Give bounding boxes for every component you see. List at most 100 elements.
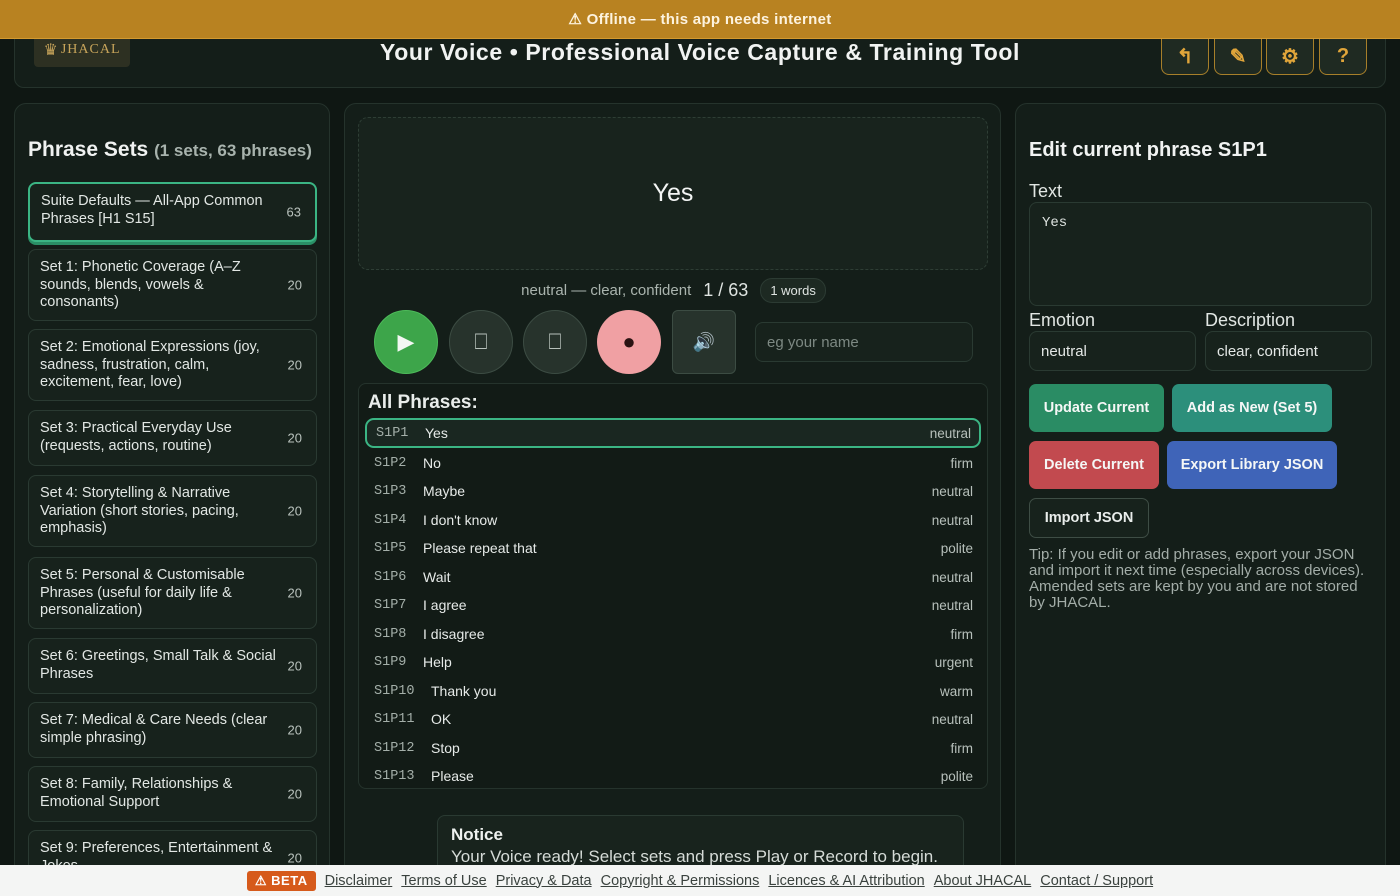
set-item-7[interactable]: Set 7: Medical & Care Needs (clear simpl… <box>28 702 317 758</box>
footer-link-contact[interactable]: Contact / Support <box>1040 873 1153 889</box>
phrase-row[interactable]: S1P1 Yes neutral <box>365 418 981 448</box>
gear-icon: ⚙ <box>1281 45 1299 68</box>
set-count: 20 <box>287 722 302 738</box>
set-label: Set 7: Medical & Care Needs (clear simpl… <box>40 712 268 746</box>
phrase-row[interactable]: S1P7 I agree neutral <box>365 590 981 620</box>
phrase-row[interactable]: S1P8 I disagree firm <box>365 619 981 649</box>
set-item-suite-defaults[interactable]: Suite Defaults — All-App Common Phrases … <box>28 182 317 242</box>
set-label: Set 5: Personal & Customisable Phrases (… <box>40 567 245 618</box>
current-phrase-display: Yes <box>358 117 988 270</box>
phrase-row[interactable]: S1P13 Please polite <box>365 761 981 788</box>
settings-button[interactable]: ⚙ <box>1266 37 1314 75</box>
set-count: 20 <box>287 357 302 373</box>
phrase-row[interactable]: S1P9 Help urgent <box>365 647 981 677</box>
footer-link-terms[interactable]: Terms of Use <box>401 873 486 889</box>
phrase-id: S1P1 <box>376 425 409 441</box>
set-count: 63 <box>286 204 301 220</box>
set-label: Set 1: Phonetic Coverage (A–Z sounds, bl… <box>40 259 241 310</box>
set-label: Set 4: Storytelling & Narrative Variatio… <box>40 485 239 536</box>
back-icon: ↰ <box>1176 45 1194 68</box>
phrase-text: Thank you <box>431 683 497 699</box>
phrase-id: S1P2 <box>374 455 407 471</box>
sets-title-text: Phrase Sets <box>28 138 149 161</box>
phrase-id: S1P9 <box>374 654 407 670</box>
offline-banner: ⚠ Offline — this app needs internet <box>0 0 1400 39</box>
footer-link-disclaimer[interactable]: Disclaimer <box>325 873 393 889</box>
footer-link-copyright[interactable]: Copyright & Permissions <box>601 873 760 889</box>
footer-link-privacy[interactable]: Privacy & Data <box>496 873 592 889</box>
export-json-button[interactable]: Export Library JSON <box>1167 441 1337 489</box>
set-label: Suite Defaults — All-App Common Phrases … <box>41 193 263 227</box>
phrase-emotion: firm <box>950 740 974 756</box>
play-icon: ▶ <box>397 329 415 354</box>
phrase-row[interactable]: S1P12 Stop firm <box>365 733 981 763</box>
phrase-text: I disagree <box>423 626 485 642</box>
phrase-emotion: firm <box>950 626 974 642</box>
play-button[interactable]: ▶ <box>374 310 438 374</box>
phrase-id: S1P8 <box>374 626 407 642</box>
phrase-id: S1P11 <box>374 711 415 727</box>
editor-panel: Edit current phrase S1P1 Text Yes Emotio… <box>1015 103 1386 896</box>
phrase-row[interactable]: S1P11 OK neutral <box>365 704 981 734</box>
back-button[interactable]: ↰ <box>1161 37 1209 75</box>
phrase-text-area[interactable]: Yes <box>1029 202 1372 306</box>
phrase-emotion: neutral <box>931 512 973 528</box>
phrase-emotion: neutral <box>931 597 973 613</box>
phrase-emotion: urgent <box>934 654 973 670</box>
phrase-id: S1P12 <box>374 740 415 756</box>
phrase-row[interactable]: S1P4 I don't know neutral <box>365 505 981 535</box>
delete-current-button[interactable]: Delete Current <box>1029 441 1159 489</box>
import-json-button[interactable]: Import JSON <box>1029 498 1149 538</box>
help-icon: ? <box>1336 44 1350 67</box>
pause-button[interactable]: ⎕ <box>523 310 587 374</box>
set-item-1[interactable]: Set 1: Phonetic Coverage (A–Z sounds, bl… <box>28 249 317 321</box>
update-current-button[interactable]: Update Current <box>1029 384 1164 432</box>
phrase-text: I don't know <box>423 512 498 528</box>
description-label: Description <box>1205 310 1296 330</box>
add-as-new-button[interactable]: Add as New (Set 5) <box>1172 384 1332 432</box>
phrase-row[interactable]: S1P10 Thank you warm <box>365 676 981 706</box>
phrase-row[interactable]: S1P3 Maybe neutral <box>365 476 981 506</box>
phrase-text: Wait <box>423 569 451 585</box>
set-item-2[interactable]: Set 2: Emotional Expressions (joy, sadne… <box>28 329 317 401</box>
set-item-6[interactable]: Set 6: Greetings, Small Talk & Social Ph… <box>28 638 317 694</box>
current-emotion: neutral — clear, confident <box>521 282 692 299</box>
set-item-4[interactable]: Set 4: Storytelling & Narrative Variatio… <box>28 475 317 547</box>
set-item-5[interactable]: Set 5: Personal & Customisable Phrases (… <box>28 557 317 629</box>
set-item-3[interactable]: Set 3: Practical Everyday Use (requests,… <box>28 410 317 466</box>
stop-button[interactable]: ⎕ <box>449 310 513 374</box>
phrase-text: Stop <box>431 740 460 756</box>
phrase-row[interactable]: S1P6 Wait neutral <box>365 562 981 592</box>
set-item-8[interactable]: Set 8: Family, Relationships & Emotional… <box>28 766 317 822</box>
volume-button[interactable]: 🔊 <box>672 310 736 374</box>
phrase-emotion: polite <box>940 540 973 556</box>
phrase-id: S1P10 <box>374 683 415 699</box>
emotion-field[interactable]: neutral <box>1029 331 1196 371</box>
set-count: 20 <box>287 430 302 446</box>
phrase-sets-panel: Phrase Sets (1 sets, 63 phrases) Suite D… <box>14 103 330 896</box>
set-count: 20 <box>287 503 302 519</box>
footer: ⚠ BETA Disclaimer Terms of Use Privacy &… <box>0 865 1400 896</box>
record-button[interactable]: ● <box>597 310 661 374</box>
phrase-row[interactable]: S1P2 No firm <box>365 448 981 478</box>
phrase-emotion: polite <box>940 768 973 784</box>
footer-link-about[interactable]: About JHACAL <box>934 873 1032 889</box>
beta-badge: ⚠ BETA <box>246 870 316 891</box>
text-label: Text <box>1029 181 1063 201</box>
set-count: 20 <box>287 658 302 674</box>
name-input[interactable] <box>755 322 973 362</box>
phrase-meta: neutral — clear, confident 1 / 63 1 word… <box>345 278 1000 303</box>
editor-title: Edit current phrase S1P1 <box>1029 139 1267 161</box>
phrase-sets-title: Phrase Sets (1 sets, 63 phrases) <box>28 138 312 162</box>
description-field[interactable]: clear, confident <box>1205 331 1372 371</box>
sets-summary: (1 sets, 63 phrases) <box>154 141 312 160</box>
help-button[interactable]: ? <box>1319 37 1367 75</box>
footer-link-licences[interactable]: Licences & AI Attribution <box>768 873 924 889</box>
record-icon: ● <box>622 329 636 354</box>
edit-button[interactable]: ✎ <box>1214 37 1262 75</box>
set-label: Set 3: Practical Everyday Use (requests,… <box>40 420 232 454</box>
notice-message: Your Voice ready! Select sets and press … <box>451 847 938 866</box>
phrase-list: All Phrases: S1P1 Yes neutral S1P2 No firm S… <box>358 383 988 789</box>
phrase-row[interactable]: S1P5 Please repeat that polite <box>365 533 981 563</box>
phrase-id: S1P13 <box>374 768 415 784</box>
